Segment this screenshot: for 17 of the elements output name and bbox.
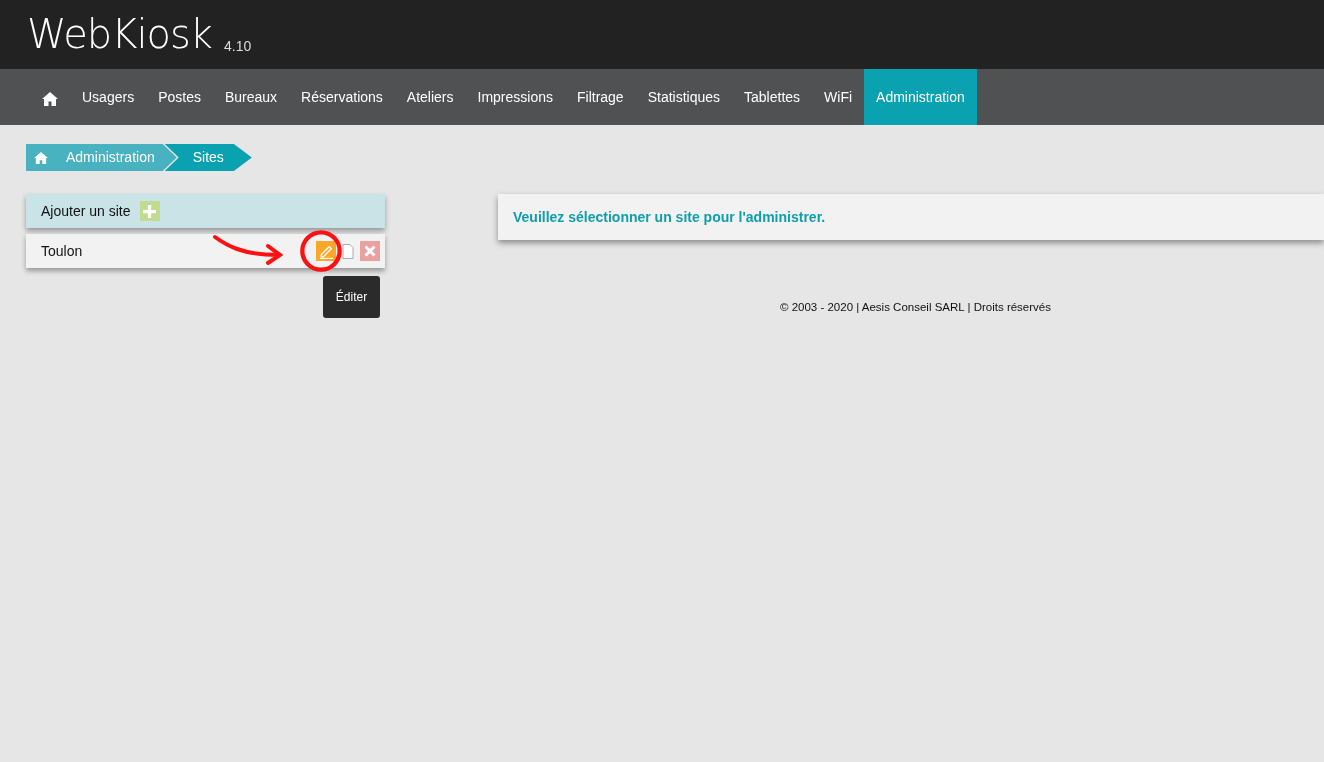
site-name: Toulon xyxy=(41,241,83,261)
tooltip: Éditer xyxy=(323,276,380,318)
nav-tab[interactable]: WiFi xyxy=(812,69,865,125)
version-label: 4.10 xyxy=(224,39,252,53)
message-text: Veuillez sélectionner un site pour l'administrer. xyxy=(513,207,826,227)
nav-tab[interactable]: Usagers xyxy=(70,69,147,125)
nav-tab[interactable]: Postes xyxy=(146,69,213,125)
add-site-button[interactable]: Ajouter un site xyxy=(26,194,385,228)
nav-tab[interactable]: Impressions xyxy=(465,69,565,125)
nav-tab[interactable]: Bureaux xyxy=(212,69,290,125)
nav-tab[interactable]: Filtrage xyxy=(564,69,636,125)
nav-tab[interactable]: Ateliers xyxy=(394,69,466,125)
nav-tab[interactable]: Réservations xyxy=(289,69,395,125)
app-title: WebKiosk xyxy=(27,14,213,54)
nav-tab[interactable]: Statistiques xyxy=(635,69,733,125)
copyright-text: © 2003 - 2020 | Aesis Conseil SARL | Droits réservés xyxy=(780,300,1051,315)
nav-tab[interactable]: Tablettes xyxy=(732,69,813,125)
